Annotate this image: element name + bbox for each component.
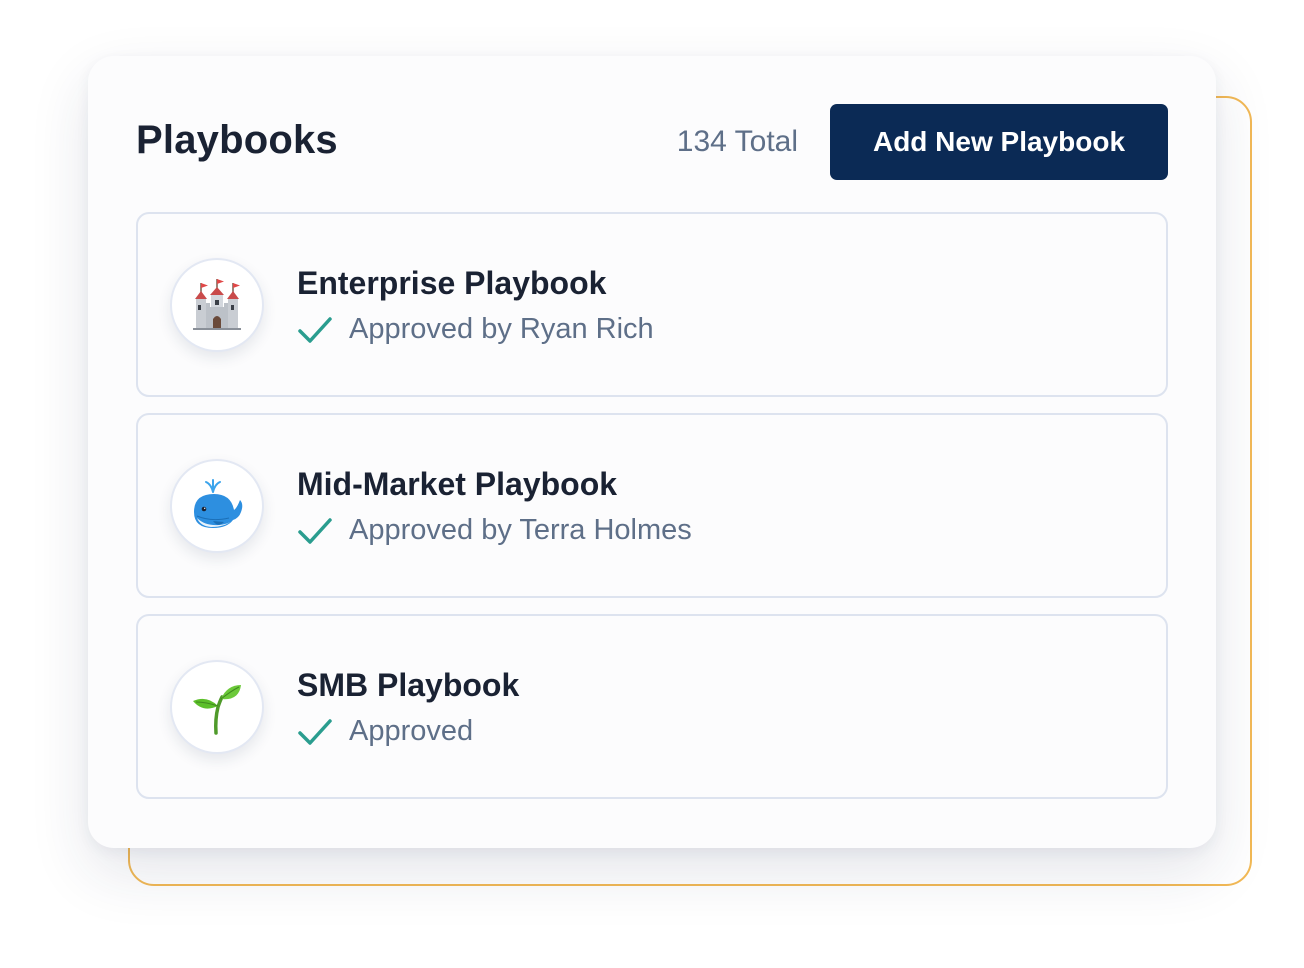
total-count: 134 Total xyxy=(676,125,798,158)
seedling-icon xyxy=(193,685,241,735)
playbook-item-enterprise[interactable]: Enterprise Playbook Approved by Ryan Ric… xyxy=(136,212,1168,397)
playbook-avatar xyxy=(170,258,264,352)
playbooks-card: Playbooks 134 Total Add New Playbook Ent… xyxy=(88,56,1216,848)
playbook-name: Mid-Market Playbook xyxy=(297,466,618,502)
approval-text: Approved by Ryan Rich xyxy=(349,313,654,345)
whale-icon xyxy=(194,479,243,528)
playbook-name: Enterprise Playbook xyxy=(297,265,607,301)
playbook-item-smb[interactable]: SMB Playbook Approved xyxy=(136,614,1168,799)
playbook-item-mid-market[interactable]: Mid-Market Playbook Approved by Terra Ho… xyxy=(136,413,1168,598)
approval-text: Approved by Terra Holmes xyxy=(349,514,692,546)
check-icon xyxy=(298,518,332,544)
stage: Playbooks 134 Total Add New Playbook Ent… xyxy=(0,0,1304,968)
playbook-list: Enterprise Playbook Approved by Ryan Ric… xyxy=(136,212,1168,815)
check-icon xyxy=(298,317,332,343)
approval-text: Approved xyxy=(349,715,474,747)
check-icon xyxy=(298,719,332,745)
playbook-avatar xyxy=(170,459,264,553)
card-header: Playbooks 134 Total Add New Playbook xyxy=(136,104,1168,180)
castle-icon xyxy=(193,279,241,330)
page-title: Playbooks xyxy=(136,118,338,162)
playbook-name: SMB Playbook xyxy=(297,667,520,703)
playbook-avatar xyxy=(170,660,264,754)
add-playbook-button[interactable]: Add New Playbook xyxy=(830,104,1168,180)
